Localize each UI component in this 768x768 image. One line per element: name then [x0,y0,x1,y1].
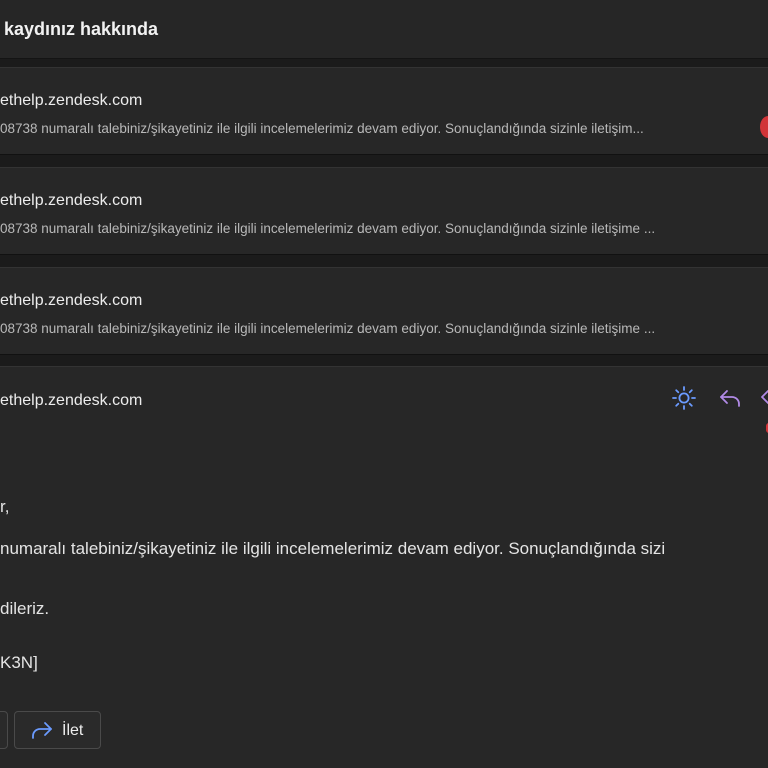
collapsed-message-3[interactable]: ethelp.zendesk.com 08738 numaralı talebi… [0,267,768,355]
message-preview: 08738 numaralı talebiniz/şikayetiniz ile… [0,121,644,136]
body-closing: dileriz. [0,599,50,618]
reply-button[interactable] [0,711,8,749]
subject-title: kaydınız hakkında [4,19,159,39]
sender-address: ethelp.zendesk.com [0,92,143,109]
mail-thread-view: kaydınız hakkında ethelp.zendesk.com 087… [0,0,768,768]
expanded-message: ethelp.zendesk.com r, numaralı talebiniz… [0,366,768,768]
message-preview: 08738 numaralı talebiniz/şikayetiniz ile… [0,321,656,336]
sender-address: ethelp.zendesk.com [0,392,143,409]
body-greeting: r, [0,497,10,516]
message-preview: 08738 numaralı talebiniz/şikayetiniz ile… [0,221,656,236]
subject-header: kaydınız hakkında [0,0,768,59]
reply-all-icon[interactable] [758,385,768,411]
collapsed-message-1[interactable]: ethelp.zendesk.com 08738 numaralı talebi… [0,67,768,155]
forward-label: İlet [62,722,84,739]
reply-icon[interactable] [717,385,743,411]
collapsed-message-2[interactable]: ethelp.zendesk.com 08738 numaralı talebi… [0,167,768,255]
unread-badge [760,116,768,138]
body-paragraph: numaralı talebiniz/şikayetiniz ile ilgil… [0,539,666,558]
sender-address: ethelp.zendesk.com [0,192,143,209]
forward-arrow-icon [30,720,54,740]
body-reference: K3N] [0,653,38,672]
sender-address: ethelp.zendesk.com [0,292,143,309]
sun-icon[interactable] [671,385,697,411]
forward-button[interactable]: İlet [14,711,101,749]
